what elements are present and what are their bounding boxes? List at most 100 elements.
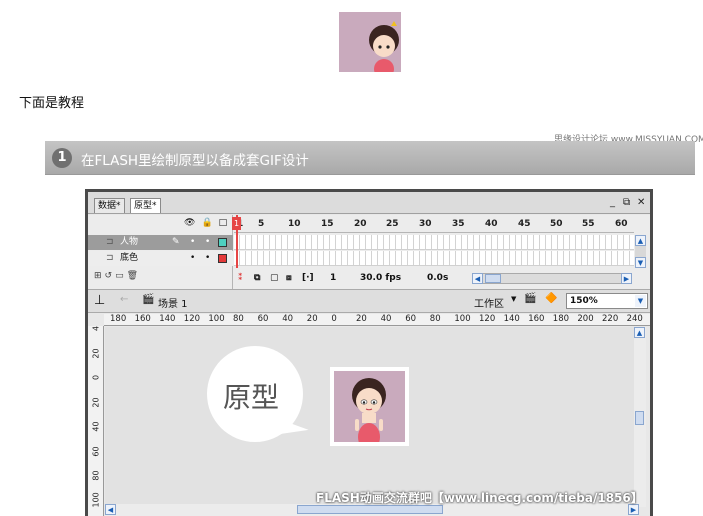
ruler-h-label: 120 (183, 314, 201, 324)
time-readout: 0.0s (427, 273, 449, 283)
lock-icon[interactable]: 🔒 (201, 218, 212, 230)
layer-row-character[interactable]: ⊐ 人物 ✎ • • (88, 235, 233, 250)
visibility-dot[interactable]: • (190, 251, 195, 266)
speech-bubble-tail (279, 420, 309, 444)
ruler-h-label: 140 (159, 314, 176, 324)
outline-icon[interactable]: □ (219, 218, 228, 230)
edit-scene-icon[interactable]: 🎬 (524, 293, 536, 304)
eye-icon[interactable]: 👁 (184, 218, 195, 230)
scroll-left-icon[interactable]: ◀ (105, 504, 116, 515)
ruler-v-label: 60 (91, 445, 101, 457)
horizontal-ruler: 180 160 140 120 100 80 60 40 20 0 20 40 60 80 100 120 14… (104, 314, 650, 326)
back-arrow-icon[interactable]: ← (120, 294, 128, 305)
step-number: 1 (52, 148, 72, 168)
frame-number: 60 (615, 219, 628, 229)
layer-color-swatch[interactable] (218, 238, 227, 247)
character-photo (334, 371, 405, 442)
ruler-v-label: 100 (91, 491, 101, 507)
frame-number: 10 (288, 219, 301, 229)
ruler-h-label: 200 (577, 314, 594, 324)
scroll-right-icon[interactable]: ▶ (621, 273, 632, 284)
step-title: 在FLASH里绘制原型以备成套GIF设计 (81, 153, 309, 169)
stage-canvas[interactable]: 原型 (105, 327, 639, 507)
ruler-h-label: 120 (479, 314, 496, 324)
ruler-h-label: 100 (454, 314, 471, 324)
scroll-left-icon[interactable]: ◀ (472, 273, 483, 284)
ruler-h-label: 180 (552, 314, 570, 324)
scene-label[interactable]: 场景 1 (158, 295, 188, 310)
timeline-panel: 👁 🔒 □ ⊐ 人物 ✎ • • ⊐ 底色 • • ⊞↺▭🗑 5 10 15 2… (88, 215, 650, 289)
flash-window: 数据* 原型* _ ⧉ ✕ 👁 🔒 □ ⊐ 人物 ✎ • • ⊐ 底色 • • … (85, 189, 653, 516)
ruler-h-label: 20 (306, 314, 318, 324)
tab-data[interactable]: 数据* (94, 198, 125, 213)
scroll-thumb[interactable] (485, 274, 501, 283)
character-frame[interactable] (330, 367, 409, 446)
lock-dot[interactable]: • (205, 251, 210, 266)
ruler-h-label: 40 (380, 314, 392, 324)
chevron-down-icon[interactable]: ▼ (635, 295, 646, 307)
fps-readout: 30.0 fps (360, 273, 402, 283)
current-frame-readout: 1 (330, 273, 337, 283)
tab-prototype[interactable]: 原型* (130, 198, 161, 213)
onion-skin-icon[interactable]: ⧉ (254, 273, 260, 283)
restore-icon[interactable]: ⧉ (623, 197, 630, 209)
timeline-horizontal-scrollbar[interactable]: ◀ ▶ (472, 273, 632, 284)
frame-number: 20 (354, 219, 367, 229)
frame-number: 40 (485, 219, 498, 229)
layer-list: 👁 🔒 □ ⊐ 人物 ✎ • • ⊐ 底色 • • ⊞↺▭🗑 (88, 215, 233, 289)
minimize-icon[interactable]: _ (610, 197, 615, 209)
bubble-text: 原型 (223, 381, 280, 414)
scroll-up-icon[interactable]: ▲ (635, 235, 646, 246)
frame-grid[interactable]: 1 5 10 15 20 25 30 35 40 45 50 55 60 (234, 215, 634, 268)
new-layer-icon[interactable]: ⊞ (94, 271, 105, 281)
ruler-v-label: 80 (91, 470, 101, 481)
ruler-h-label: 80 (233, 314, 244, 324)
ruler-v-label: 20 (91, 347, 101, 359)
ruler-h-label: 220 (602, 314, 619, 324)
motion-guide-icon[interactable]: ↺ (105, 271, 116, 281)
layer-row-background[interactable]: ⊐ 底色 • • (88, 251, 233, 266)
ruler-h-label: 0 (331, 314, 337, 324)
ruler-h-label: 160 (134, 314, 151, 324)
document-tabs: 数据* 原型* _ ⧉ ✕ (88, 192, 650, 214)
onion-outline-icon[interactable]: ▢ (270, 273, 279, 283)
onion-markers-icon[interactable]: [·] (302, 273, 314, 283)
playhead-handle[interactable]: 1 (232, 217, 241, 230)
close-icon[interactable]: ✕ (637, 197, 645, 209)
layer-color-swatch[interactable] (218, 254, 227, 263)
ruler-h-label: 80 (429, 314, 441, 324)
zoom-select[interactable]: 150% ▼ (566, 293, 648, 309)
frame-row-character[interactable] (234, 235, 634, 250)
visibility-dot[interactable]: • (190, 235, 195, 250)
ruler-v-label: 4 (91, 326, 101, 332)
edit-symbol-icon[interactable]: 🔶 (545, 293, 557, 304)
frame-row-background[interactable] (234, 251, 634, 266)
layer-folder-icon: ⊐ (106, 253, 114, 263)
scroll-thumb[interactable] (635, 411, 644, 425)
layer-tools: ⊞↺▭🗑 (94, 271, 141, 281)
ruler-h-label: 60 (257, 314, 269, 324)
zoom-value: 150% (570, 296, 598, 306)
vertical-ruler: 4 20 0 20 40 60 80 100 (88, 326, 104, 516)
step-banner: 1 在FLASH里绘制原型以备成套GIF设计 (45, 141, 695, 175)
ruler-h-label: 240 (626, 314, 643, 324)
scroll-up-icon[interactable]: ▲ (634, 327, 645, 338)
center-frame-icon[interactable]: ⁑ (238, 273, 243, 283)
workspace-chevron-icon[interactable]: ▼ (511, 295, 516, 303)
character-illustration (369, 21, 399, 72)
stage-vertical-scrollbar[interactable]: ▲ (634, 327, 646, 507)
pencil-icon: ✎ (172, 237, 180, 247)
scroll-thumb[interactable] (297, 505, 443, 514)
new-folder-icon[interactable]: ▭ (115, 271, 127, 281)
lock-dot[interactable]: • (205, 235, 210, 250)
delete-layer-icon[interactable]: 🗑 (127, 271, 141, 281)
frame-number: 25 (386, 219, 399, 229)
ruler-h-label: 100 (208, 314, 225, 324)
edit-multiple-frames-icon[interactable]: ⧈ (286, 273, 292, 283)
workspace-dropdown[interactable]: 工作区 (474, 295, 504, 310)
timeline-vertical-scrollbar[interactable]: ▲ ▼ (635, 235, 646, 268)
scroll-down-icon[interactable]: ▼ (635, 257, 646, 268)
ruler-h-label: 20 (356, 314, 367, 324)
layer-name: 底色 (120, 253, 139, 263)
timeline-toggle-icon[interactable]: ⊥ (94, 293, 105, 308)
